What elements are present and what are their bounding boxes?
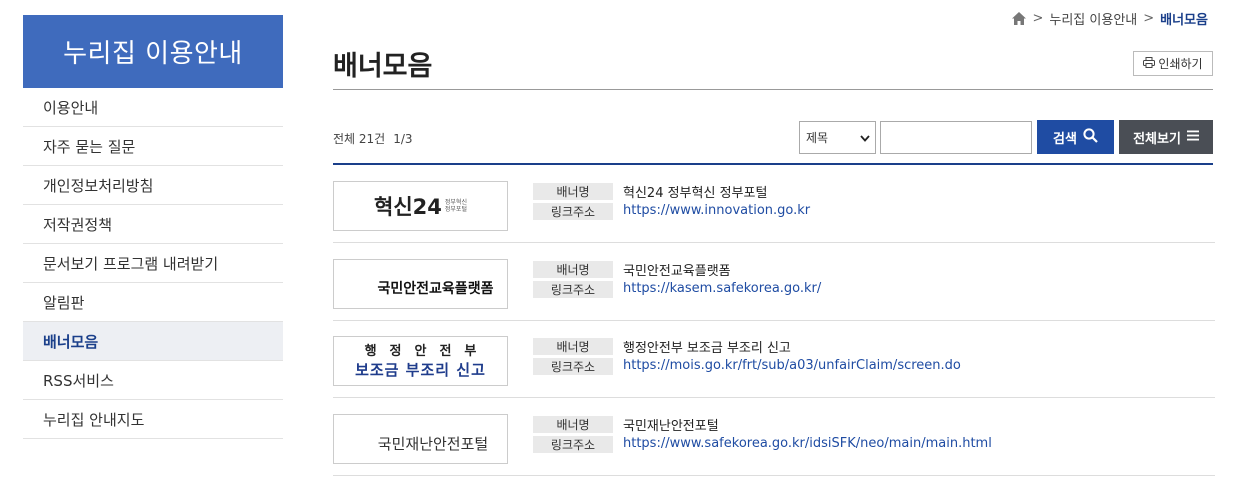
- search-input[interactable]: [880, 121, 1032, 154]
- search-button[interactable]: 검색: [1037, 120, 1114, 154]
- banner-name: 국민안전교육플랫폼: [623, 264, 731, 279]
- sidebar-item-rss-service[interactable]: RSS서비스: [23, 361, 283, 400]
- innovation24-logo: 혁신24 정부혁신 정부포털: [374, 195, 467, 219]
- banner-image[interactable]: 국민안전교육플랫폼: [333, 259, 508, 309]
- breadcrumb-item-usage-guide[interactable]: 누리집 이용안내: [1049, 9, 1137, 28]
- sidebar-list: 이용안내 자주 묻는 질문 개인정보처리방침 저작권정책 문서보기 프로그램 내…: [23, 88, 283, 439]
- banner-image[interactable]: 행정안전부 보조금 부조리 신고: [333, 336, 508, 386]
- page-title: 배너모음: [333, 51, 433, 82]
- banner-name-label: 배너명: [533, 338, 613, 355]
- banner-name: 행정안전부 보조금 부조리 신고: [623, 341, 791, 356]
- search-icon: [1083, 127, 1098, 147]
- banner-link[interactable]: https://www.safekorea.go.kr/idsiSFK/neo/…: [623, 436, 992, 451]
- sidebar-item-banner-collection[interactable]: 배너모음: [23, 322, 283, 361]
- sidebar-item-faq[interactable]: 자주 묻는 질문: [23, 127, 283, 166]
- page-indicator: 1/3: [393, 132, 413, 146]
- sidebar-item-site-map[interactable]: 누리집 안내지도: [23, 400, 283, 439]
- view-all-button[interactable]: 전체보기: [1119, 120, 1213, 154]
- banner-name-label: 배너명: [533, 416, 613, 433]
- home-icon[interactable]: [1012, 12, 1027, 25]
- banner-name-label: 배너명: [533, 261, 613, 278]
- list-item: 국민안전교육플랫폼 배너명 국민안전교육플랫폼 링크주소 https://kas…: [333, 243, 1215, 321]
- banner-image[interactable]: 혁신24 정부혁신 정부포털: [333, 181, 508, 231]
- list-item: 행정안전부 보조금 부조리 신고 배너명 행정안전부 보조금 부조리 신고 링크…: [333, 320, 1215, 398]
- link-address-label: 링크주소: [533, 358, 613, 375]
- sidebar-item-copyright-policy[interactable]: 저작권정책: [23, 205, 283, 244]
- search-select-value: 제목: [806, 131, 829, 145]
- menu-icon: [1186, 130, 1199, 145]
- print-label: 인쇄하기: [1158, 57, 1203, 71]
- link-address-label: 링크주소: [533, 281, 613, 298]
- search-field-select[interactable]: 제목: [799, 121, 876, 154]
- mois-report-logo: 행정안전부 보조금 부조리 신고: [355, 344, 490, 379]
- banner-name-label: 배너명: [533, 183, 613, 200]
- breadcrumb-separator: >: [1143, 11, 1155, 26]
- banner-link[interactable]: https://mois.go.kr/frt/sub/a03/unfairCla…: [623, 358, 961, 373]
- print-button[interactable]: 인쇄하기: [1133, 51, 1213, 76]
- link-address-label: 링크주소: [533, 436, 613, 453]
- sidebar-item-notice-board[interactable]: 알림판: [23, 283, 283, 322]
- breadcrumb-separator: >: [1032, 11, 1044, 26]
- sidebar-item-usage-guide[interactable]: 이용안내: [23, 88, 283, 127]
- sidebar-item-document-viewer-download[interactable]: 문서보기 프로그램 내려받기: [23, 244, 283, 283]
- total-count: 전체 21건: [333, 132, 386, 146]
- title-divider: [333, 89, 1213, 90]
- sidebar-item-privacy-policy[interactable]: 개인정보처리방침: [23, 166, 283, 205]
- list-item: 혁신24 정부혁신 정부포털 배너명 혁신24 정부혁신 정부포털 링크주소 ht…: [333, 165, 1215, 243]
- printer-icon: [1143, 56, 1156, 71]
- search-button-label: 검색: [1053, 131, 1077, 147]
- safety-education-logo: 국민안전교육플랫폼: [377, 281, 494, 297]
- list-item: 국민재난안전포털 배너명 국민재난안전포털 링크주소 https://www.s…: [333, 398, 1215, 476]
- sidebar: 누리집 이용안내 이용안내 자주 묻는 질문 개인정보처리방침 저작권정책 문서…: [23, 15, 283, 439]
- breadcrumb-current: 배너모음: [1160, 13, 1208, 28]
- safekorea-logo: 국민재난안전포털: [377, 434, 489, 453]
- banner-name: 혁신24 정부혁신 정부포털: [623, 186, 768, 201]
- breadcrumb: > 누리집 이용안내 > 배너모음: [1012, 9, 1208, 28]
- view-all-label: 전체보기: [1133, 131, 1181, 147]
- sidebar-title: 누리집 이용안내: [23, 15, 283, 88]
- link-address-label: 링크주소: [533, 203, 613, 220]
- banner-name: 국민재난안전포털: [623, 419, 719, 434]
- banner-link[interactable]: https://kasem.safekorea.go.kr/: [623, 281, 821, 296]
- list-count: 전체 21건 1/3: [333, 130, 413, 147]
- banner-link[interactable]: https://www.innovation.go.kr: [623, 203, 810, 218]
- banner-image[interactable]: 국민재난안전포털: [333, 414, 508, 464]
- chevron-down-icon: [860, 131, 870, 145]
